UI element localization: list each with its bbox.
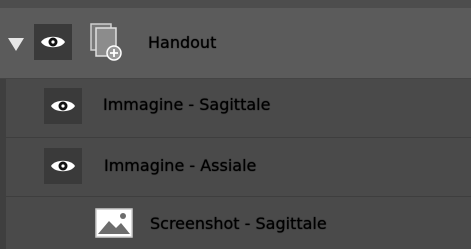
indent-guide xyxy=(0,79,6,249)
expand-caret-icon[interactable] xyxy=(8,38,24,51)
layer-label-handout: Handout xyxy=(148,33,217,52)
layer-label-screenshot-sagittale: Screenshot - Sagittale xyxy=(150,214,327,233)
document-group-icon xyxy=(90,23,122,61)
layer-label-immagine-assiale: Immagine - Assiale xyxy=(104,156,257,175)
eye-icon xyxy=(51,160,75,172)
visibility-toggle-immagine-sagittale[interactable] xyxy=(44,88,82,124)
eye-icon xyxy=(41,36,65,48)
visibility-toggle-group[interactable] xyxy=(34,24,72,60)
visibility-toggle-immagine-assiale[interactable] xyxy=(44,148,82,184)
layers-panel: Handout Immagine - Sagittale Immagine - … xyxy=(0,0,471,249)
layer-label-immagine-sagittale: Immagine - Sagittale xyxy=(103,95,271,114)
eye-icon xyxy=(51,100,75,112)
image-icon xyxy=(95,208,133,238)
